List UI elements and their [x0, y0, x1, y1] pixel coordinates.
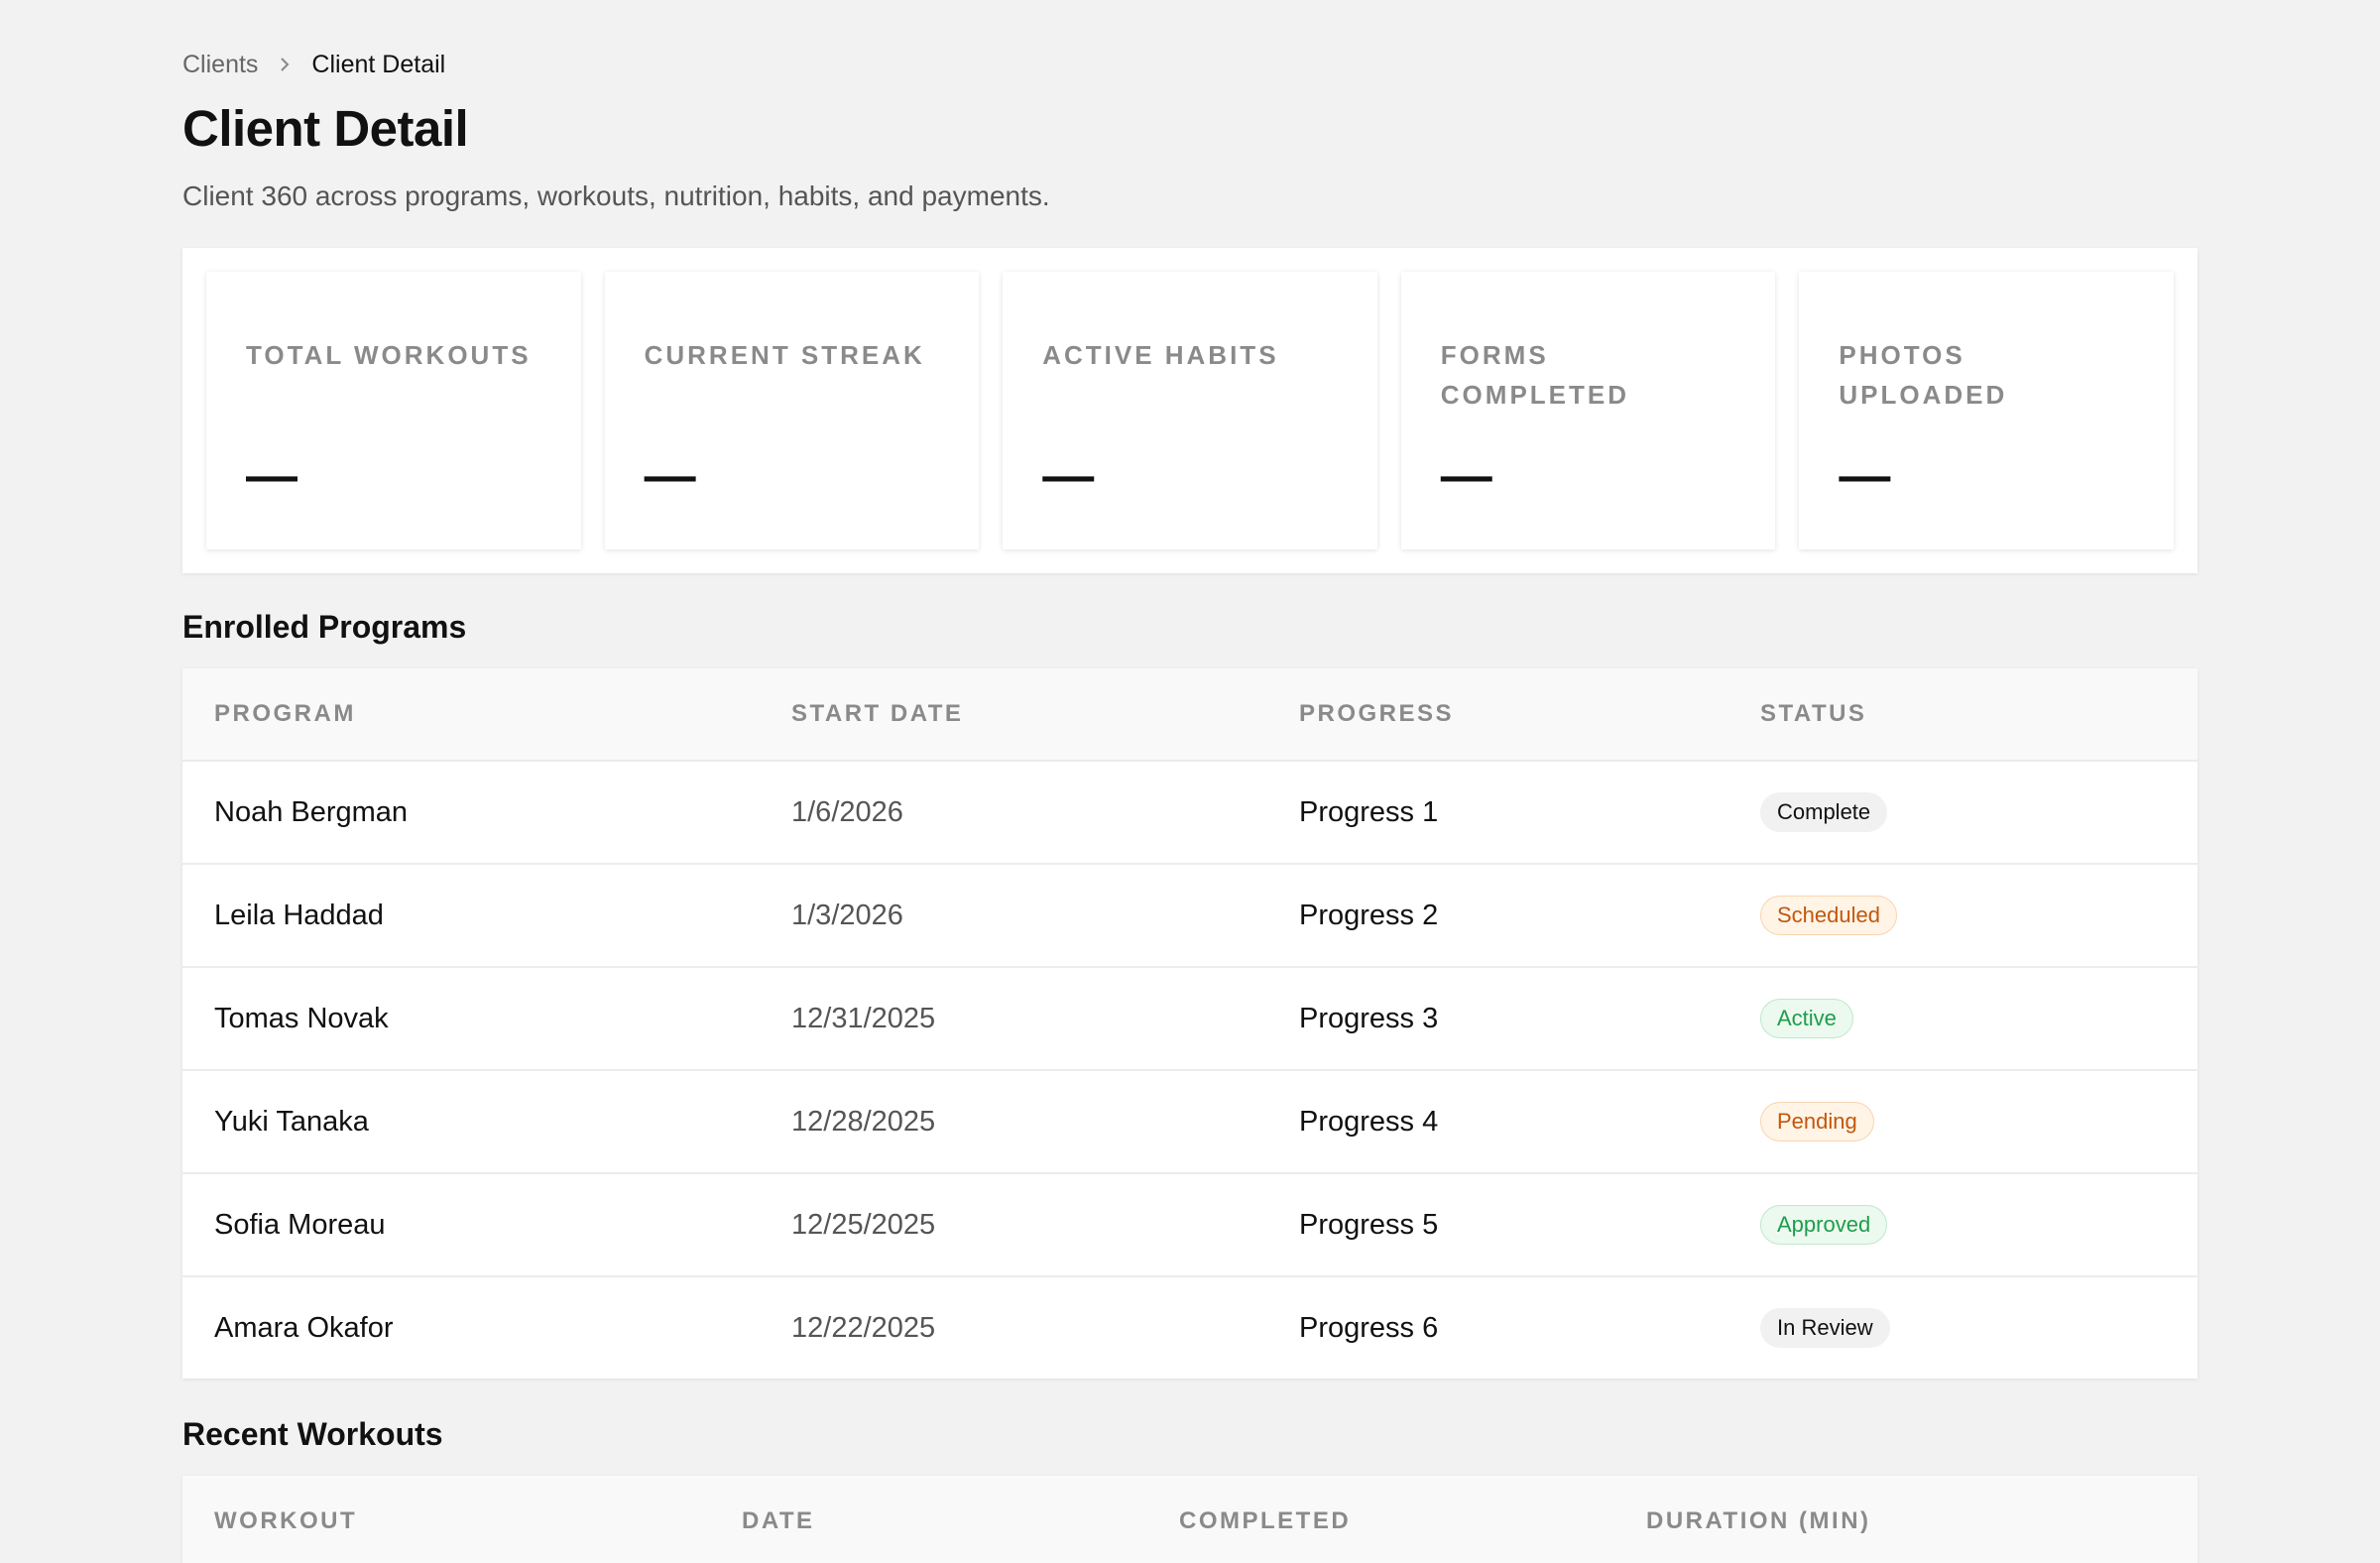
- start-date: 12/31/2025: [791, 1002, 936, 1034]
- program-name: Yuki Tanaka: [214, 1105, 369, 1138]
- progress: Progress 4: [1299, 1105, 1439, 1138]
- status-badge: Approved: [1760, 1205, 1888, 1245]
- table-header: PROGRAM START DATE PROGRESS STATUS: [182, 668, 2198, 760]
- stat-label: FORMS COMPLETED: [1440, 340, 1630, 410]
- stat-card-current-streak: CURRENT STREAK —: [604, 272, 980, 549]
- start-date: 12/28/2025: [791, 1105, 936, 1138]
- enrolled-programs-title: Enrolled Programs: [182, 609, 467, 645]
- breadcrumb: Clients Client Detail: [182, 50, 445, 79]
- stat-value: —: [644, 447, 696, 505]
- program-name: Tomas Novak: [214, 1002, 389, 1034]
- column-header-status: STATUS: [1760, 700, 1867, 727]
- program-name: Leila Haddad: [214, 899, 384, 931]
- status-badge: Complete: [1760, 792, 1888, 832]
- chevron-right-icon: [270, 50, 299, 79]
- progress: Progress 3: [1299, 1002, 1439, 1034]
- status-badge: Pending: [1760, 1102, 1874, 1142]
- column-header-date: DATE: [742, 1507, 815, 1534]
- table-row[interactable]: Yuki Tanaka 12/28/2025 Progress 4 Pendin…: [182, 1069, 2198, 1172]
- table-row[interactable]: Leila Haddad 1/3/2026 Progress 2 Schedul…: [182, 863, 2198, 966]
- column-header-completed: COMPLETED: [1179, 1507, 1352, 1534]
- column-header-duration: DURATION (MIN): [1646, 1507, 1871, 1534]
- recent-workouts-title: Recent Workouts: [182, 1416, 443, 1452]
- breadcrumb-current: Client Detail: [311, 50, 446, 78]
- table-row[interactable]: Amara Okafor 12/22/2025 Progress 6 In Re…: [182, 1275, 2198, 1379]
- start-date: 12/22/2025: [791, 1311, 936, 1344]
- page-title: Client Detail: [182, 100, 469, 157]
- progress: Progress 6: [1299, 1311, 1439, 1344]
- progress: Progress 2: [1299, 899, 1439, 931]
- status-badge: Active: [1760, 999, 1853, 1038]
- stat-value: —: [1042, 447, 1095, 505]
- start-date: 1/3/2026: [791, 899, 903, 931]
- stat-value: —: [246, 447, 298, 505]
- column-header-start-date: START DATE: [791, 700, 964, 727]
- program-name: Noah Bergman: [214, 795, 409, 828]
- stat-card-forms-completed: FORMS COMPLETED —: [1400, 272, 1776, 549]
- table-row[interactable]: Tomas Novak 12/31/2025 Progress 3 Active: [182, 966, 2198, 1069]
- column-header-workout: WORKOUT: [214, 1507, 358, 1534]
- column-header-progress: PROGRESS: [1299, 700, 1455, 727]
- program-name: Amara Okafor: [214, 1311, 394, 1344]
- status-badge: Scheduled: [1760, 896, 1897, 935]
- table-row[interactable]: Noah Bergman 1/6/2026 Progress 1 Complet…: [182, 760, 2198, 863]
- table-row[interactable]: Sofia Moreau 12/25/2025 Progress 5 Appro…: [182, 1172, 2198, 1275]
- stat-card-total-workouts: TOTAL WORKOUTS —: [206, 272, 581, 549]
- stat-label: TOTAL WORKOUTS: [246, 340, 532, 370]
- progress: Progress 5: [1299, 1208, 1439, 1241]
- stats-panel: TOTAL WORKOUTS — CURRENT STREAK — ACTIVE…: [182, 248, 2198, 573]
- stat-card-active-habits: ACTIVE HABITS —: [1003, 272, 1377, 549]
- recent-workouts-table: WORKOUT DATE COMPLETED DURATION (MIN): [182, 1476, 2198, 1563]
- breadcrumb-clients-link[interactable]: Clients: [182, 51, 258, 79]
- status-badge: In Review: [1760, 1308, 1890, 1348]
- table-header: WORKOUT DATE COMPLETED DURATION (MIN): [182, 1476, 2198, 1563]
- start-date: 1/6/2026: [791, 795, 903, 828]
- stat-value: —: [1839, 447, 1891, 505]
- progress: Progress 1: [1299, 795, 1439, 828]
- page-subtitle: Client 360 across programs, workouts, nu…: [182, 180, 1050, 211]
- enrolled-programs-table: PROGRAM START DATE PROGRESS STATUS Noah …: [182, 668, 2198, 1379]
- column-header-program: PROGRAM: [214, 700, 356, 727]
- program-name: Sofia Moreau: [214, 1208, 386, 1241]
- stat-value: —: [1440, 447, 1492, 505]
- start-date: 12/25/2025: [791, 1208, 936, 1241]
- stat-label: ACTIVE HABITS: [1042, 340, 1279, 370]
- stat-label: PHOTOS UPLOADED: [1839, 340, 2008, 410]
- stat-label: CURRENT STREAK: [644, 340, 925, 370]
- stat-card-photos-uploaded: PHOTOS UPLOADED —: [1799, 272, 2174, 549]
